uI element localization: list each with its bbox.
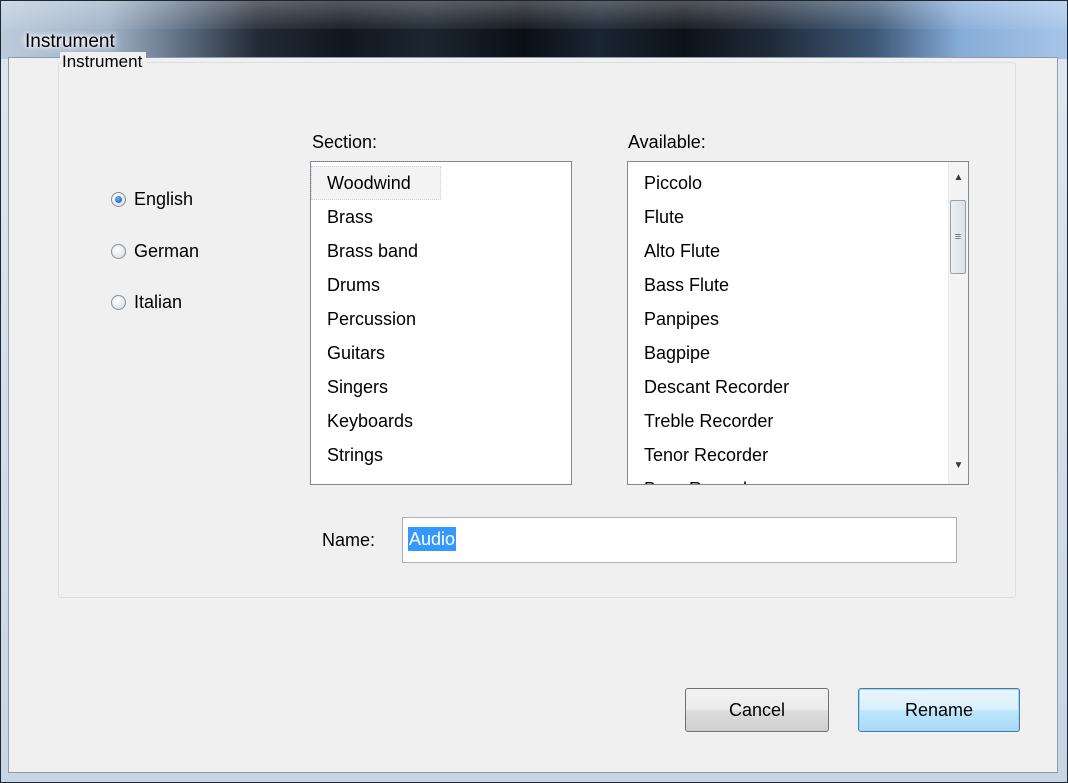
section-item-singers[interactable]: Singers	[311, 370, 388, 404]
section-label: Section:	[312, 132, 378, 152]
name-label: Name:	[322, 530, 376, 550]
available-listbox[interactable]: Piccolo Flute Alto Flute Bass Flute Panp…	[627, 161, 969, 485]
radio-english[interactable]: English	[111, 187, 193, 211]
section-item-woodwind[interactable]: Woodwind	[311, 166, 441, 200]
scroll-down-arrow-icon[interactable]: ▼	[949, 456, 968, 476]
section-item-drums[interactable]: Drums	[311, 268, 380, 302]
window-title: Instrument	[25, 31, 115, 52]
available-item-bass-flute[interactable]: Bass Flute	[628, 268, 729, 302]
radio-german-label: German	[134, 240, 200, 261]
available-item-tenor-recorder[interactable]: Tenor Recorder	[628, 438, 768, 472]
radio-button-icon[interactable]	[111, 294, 126, 310]
section-listbox[interactable]: Woodwind Brass Brass band Drums Percussi…	[310, 161, 572, 485]
radio-german[interactable]: German	[111, 239, 199, 263]
available-item-bass-recorder[interactable]: Bass Recorder	[628, 472, 763, 484]
name-input[interactable]: Audio	[402, 517, 957, 563]
section-item-brass[interactable]: Brass	[311, 200, 373, 234]
title-bar[interactable]: Instrument	[1, 1, 1067, 59]
scrollbar-grip-icon: ≡	[954, 231, 962, 243]
name-input-value: Audio	[408, 527, 457, 551]
scroll-up-arrow-icon[interactable]: ▲	[949, 168, 968, 188]
rename-button[interactable]: Rename	[858, 688, 1020, 732]
radio-italian[interactable]: Italian	[111, 290, 182, 314]
section-item-guitars[interactable]: Guitars	[311, 336, 385, 370]
section-item-strings[interactable]: Strings	[311, 438, 383, 472]
groupbox-caption: Instrument	[60, 52, 147, 72]
available-item-piccolo[interactable]: Piccolo	[628, 166, 702, 200]
section-item-brass-band[interactable]: Brass band	[311, 234, 418, 268]
available-item-flute[interactable]: Flute	[628, 200, 684, 234]
available-item-bagpipe[interactable]: Bagpipe	[628, 336, 710, 370]
scrollbar-thumb[interactable]: ≡	[950, 200, 966, 274]
available-label: Available:	[628, 132, 706, 152]
radio-english-label: English	[134, 188, 194, 209]
section-item-keyboards[interactable]: Keyboards	[311, 404, 413, 438]
available-item-alto-flute[interactable]: Alto Flute	[628, 234, 720, 268]
cancel-button[interactable]: Cancel	[685, 688, 829, 732]
radio-italian-label: Italian	[134, 291, 183, 312]
available-item-panpipes[interactable]: Panpipes	[628, 302, 719, 336]
available-item-treble-recorder[interactable]: Treble Recorder	[628, 404, 773, 438]
section-item-percussion[interactable]: Percussion	[311, 302, 416, 336]
available-item-descant-recorder[interactable]: Descant Recorder	[628, 370, 789, 404]
radio-button-icon[interactable]	[111, 243, 126, 259]
radio-button-checked-icon[interactable]	[111, 191, 126, 207]
available-scrollbar[interactable]: ▲ ≡ ▼	[948, 162, 968, 484]
